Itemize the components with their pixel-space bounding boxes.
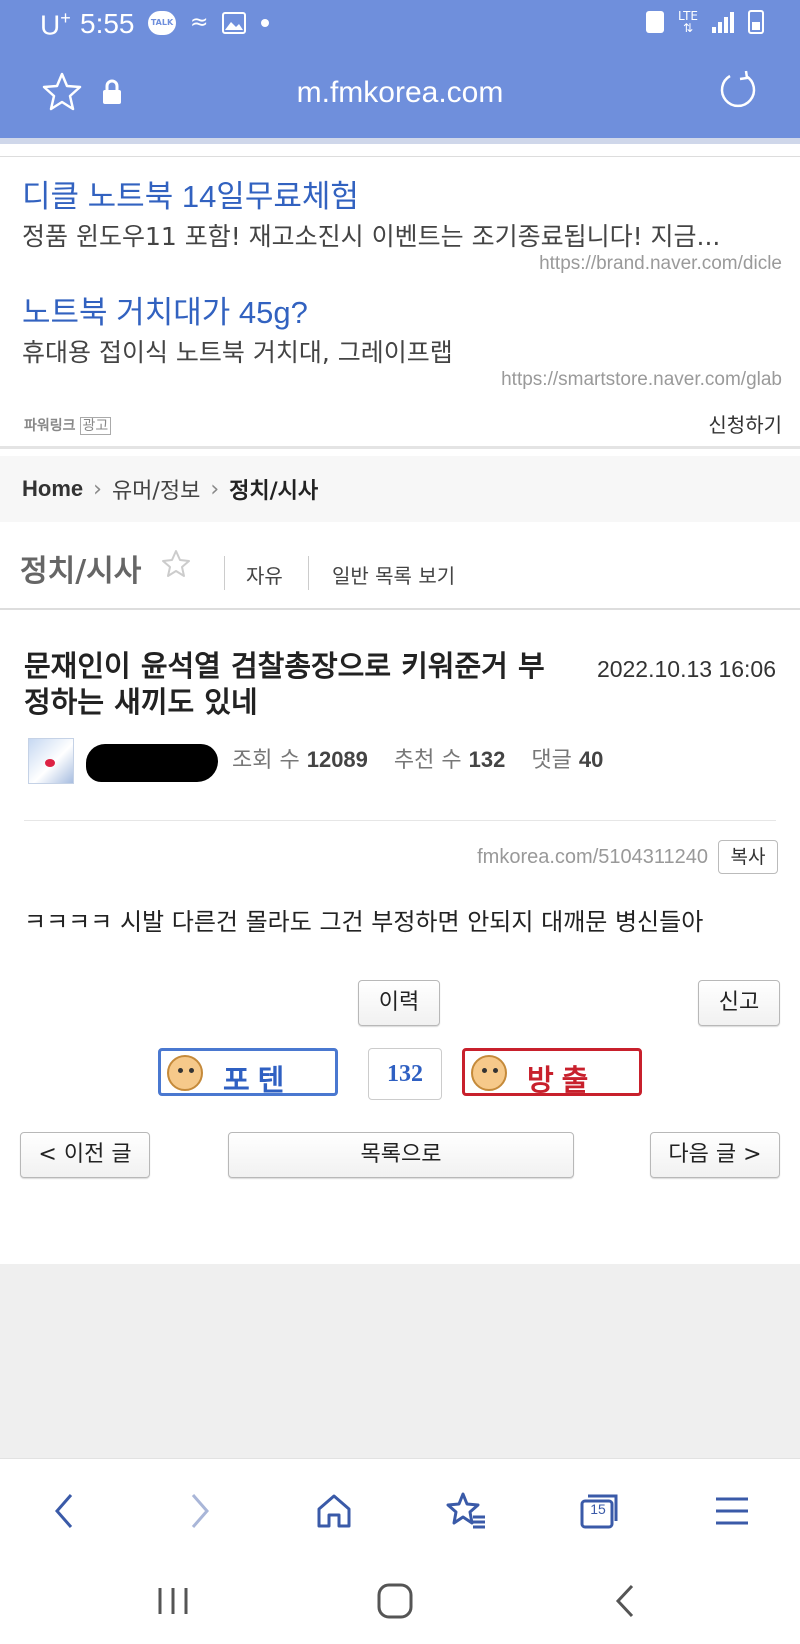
signal-icon: [712, 11, 734, 33]
chevron-right-icon: ›: [210, 476, 220, 502]
vote-count: 132: [368, 1048, 442, 1100]
prev-post-button[interactable]: < 이전 글: [20, 1132, 150, 1178]
post-date: 2022.10.13 16:06: [596, 656, 776, 682]
menu-icon[interactable]: [708, 1487, 756, 1535]
thumbs-down-face-icon: [471, 1055, 507, 1091]
chevron-right-icon: ›: [93, 476, 102, 502]
forward-icon[interactable]: [176, 1487, 224, 1535]
vote-down-button[interactable]: 방출: [462, 1048, 642, 1097]
ad-title[interactable]: 디클 노트북 14일무료체험: [22, 171, 359, 216]
home-button-icon[interactable]: [370, 1578, 420, 1624]
home-icon[interactable]: [310, 1487, 358, 1535]
url-text[interactable]: m.fmkorea.com: [0, 76, 800, 110]
system-nav-bar: [0, 1558, 800, 1644]
post-title: 문재인이 윤석열 검찰총장으로 키워준거 부정하는 새끼도 있네: [24, 649, 545, 719]
breadcrumb-current[interactable]: 정치/시사: [229, 473, 318, 505]
board-title[interactable]: 정치/시사: [20, 546, 141, 590]
divider: [0, 446, 800, 449]
carrier-label: U+: [40, 8, 71, 41]
tab-count: 15: [590, 1501, 606, 1517]
dot-icon: [261, 18, 270, 27]
recent-apps-icon[interactable]: [148, 1578, 198, 1624]
gallery-icon: [222, 11, 247, 34]
post-body: ㅋㅋㅋㅋ 시발 다른건 몰라도 그건 부정하면 안되지 대깨문 병신들아: [24, 908, 704, 936]
avatar[interactable]: [28, 738, 74, 784]
clock: 5:55: [80, 8, 135, 39]
page-footer-area: [0, 1264, 800, 1458]
battery-icon: [748, 10, 764, 34]
system-back-icon[interactable]: [600, 1578, 650, 1624]
redacted-nickname: [86, 744, 218, 782]
vote-up-label: 포텐: [223, 1063, 293, 1097]
notification-icon: ≈: [190, 10, 209, 35]
apply-link[interactable]: 신청하기: [708, 409, 782, 438]
thumbs-up-face-icon: [167, 1055, 203, 1091]
browser-toolbar: 15: [0, 1458, 800, 1558]
reload-icon[interactable]: [716, 68, 760, 112]
next-post-button[interactable]: 다음 글 >: [650, 1132, 780, 1178]
back-icon[interactable]: [40, 1487, 88, 1535]
divider: [24, 820, 776, 821]
favorite-star-icon[interactable]: [160, 548, 192, 580]
divider: [224, 556, 225, 590]
bookmarks-icon[interactable]: [442, 1487, 490, 1535]
tabs-icon[interactable]: 15: [576, 1487, 624, 1535]
ad-title[interactable]: 노트북 거치대가 45g?: [22, 287, 308, 332]
copy-url-button[interactable]: 복사: [718, 840, 778, 874]
history-button[interactable]: 이력: [358, 980, 440, 1026]
post-stats: 조회 수 12089 추천 수 132 댓글 40: [232, 742, 603, 774]
status-bar: U+ 5:55 TALK ≈ LTE ⇅: [0, 0, 800, 52]
breadcrumb-humor[interactable]: 유머/정보: [112, 473, 200, 505]
board-header: 정치/시사 자유 일반 목록 보기: [0, 536, 800, 610]
battery-saver-icon: [646, 11, 665, 33]
tab-free[interactable]: 자유: [246, 560, 283, 589]
network-type: LTE ⇅: [678, 9, 698, 35]
kakaotalk-icon: TALK: [148, 10, 176, 35]
browser-top-bar: U+ 5:55 TALK ≈ LTE ⇅ m.fmkorea.com: [0, 0, 800, 140]
back-to-list-button[interactable]: 목록으로: [228, 1132, 574, 1178]
powerlink-label: 파워링크 광고: [24, 415, 112, 435]
post-short-url: fmkorea.com/5104311240: [477, 846, 708, 868]
report-button[interactable]: 신고: [698, 980, 780, 1026]
tab-normal-list[interactable]: 일반 목록 보기: [332, 560, 455, 589]
comments-stat[interactable]: 댓글 40: [531, 742, 603, 774]
ad-url[interactable]: https://smartstore.naver.com/glab: [501, 369, 782, 391]
breadcrumb: Home › 유머/정보 › 정치/시사: [0, 456, 800, 522]
breadcrumb-home[interactable]: Home: [22, 476, 83, 502]
divider: [308, 556, 309, 590]
topbar-shadow: [0, 138, 800, 144]
ad-tag: 광고: [79, 417, 112, 435]
likes-stat: 추천 수 132: [393, 747, 506, 773]
ad-block: 디클 노트북 14일무료체험 정품 윈도우11 포함! 재고소진시 이벤트는 조…: [0, 156, 800, 446]
ad-description[interactable]: 휴대용 접이식 노트북 거치대, 그레이프랩: [22, 333, 782, 369]
ad-url[interactable]: https://brand.naver.com/dicle: [539, 253, 782, 275]
ad-description[interactable]: 정품 윈도우11 포함! 재고소진시 이벤트는 조기종료됩니다! 지금...: [22, 217, 782, 253]
url-bar[interactable]: m.fmkorea.com: [0, 60, 800, 130]
vote-down-label: 방출: [527, 1063, 597, 1097]
views-stat: 조회 수 12089: [232, 747, 368, 773]
vote-up-button[interactable]: 포텐: [158, 1048, 338, 1097]
